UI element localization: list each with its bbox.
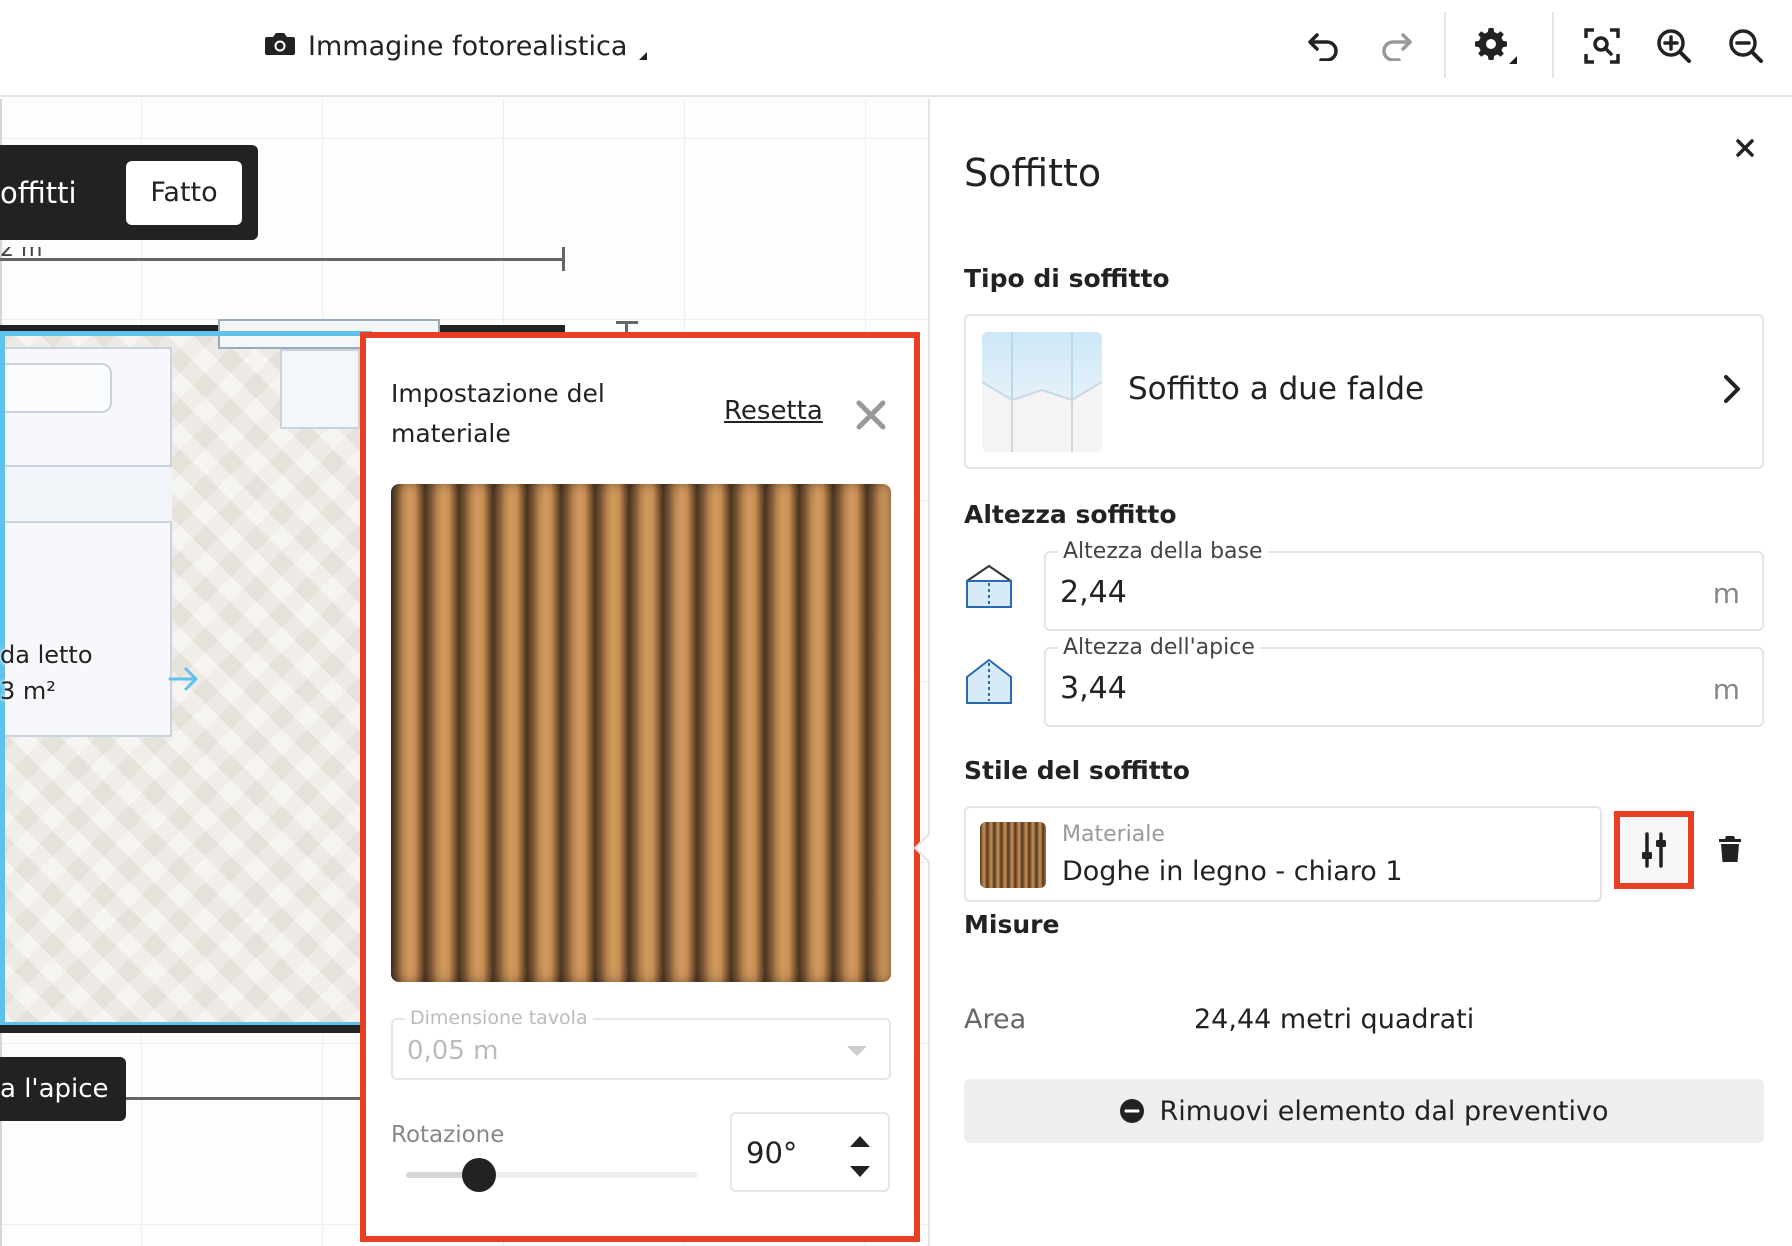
material-thumbnail (980, 822, 1046, 888)
toolbar-divider (1444, 12, 1446, 78)
remove-from-quote-label: Rimuovi elemento dal preventivo (1159, 1095, 1609, 1127)
ceiling-height-heading: Altezza soffitto (964, 500, 1177, 529)
zoom-in-button[interactable] (1650, 22, 1698, 70)
room-label: da letto 3 m² (0, 637, 93, 709)
area-label: Area (964, 1004, 1027, 1035)
wall-bottom[interactable] (0, 1025, 360, 1033)
render-mode-dropdown[interactable]: Immagine fotorealistica (264, 26, 648, 66)
rotation-slider[interactable] (406, 1158, 698, 1192)
arrow-right-icon[interactable] (168, 665, 200, 697)
popup-title: Impostazione del materiale (391, 379, 605, 448)
ceiling-style-heading: Stile del soffitto (964, 756, 1190, 785)
room-area: 3 m² (0, 677, 56, 705)
chevron-right-icon (1722, 374, 1742, 408)
apex-height-unit: m (1712, 673, 1740, 706)
rotation-stepper[interactable]: 90° (730, 1112, 890, 1192)
dimension-line-top (0, 258, 565, 261)
board-size-label: Dimensione tavola (405, 1007, 593, 1029)
apex-height-input[interactable]: Altezza dell'apice 3,44 m (1044, 635, 1764, 727)
board-size-value: 0,05 m (407, 1036, 499, 1066)
base-height-input[interactable]: Altezza della base 2,44 m (1044, 539, 1764, 631)
top-toolbar: Immagine fotorealistica (0, 0, 1792, 97)
room-name: da letto (0, 641, 93, 669)
ceiling-type-heading: Tipo di soffitto (964, 264, 1170, 293)
undo-button[interactable] (1300, 22, 1348, 70)
ceiling-type-selector[interactable]: Soffitto a due falde (964, 314, 1764, 469)
render-mode-label: Immagine fotorealistica (308, 30, 628, 62)
apex-height-pill[interactable]: a l'apice (0, 1057, 126, 1121)
close-icon[interactable] (1730, 133, 1760, 163)
ceiling-edit-toolbar: offitti Fatto (0, 145, 258, 240)
close-icon[interactable] (854, 398, 888, 432)
done-button[interactable]: Fatto (126, 160, 242, 225)
minus-circle-icon (1120, 1099, 1145, 1123)
material-settings-button[interactable] (1614, 811, 1694, 889)
zoom-out-icon (1729, 29, 1763, 63)
material-value: Doghe in legno - chiaro 1 (1062, 856, 1403, 887)
base-height-value: 2,44 (1060, 575, 1127, 610)
material-label: Materiale (1062, 822, 1165, 847)
remove-from-quote-button[interactable]: Rimuovi elemento dal preventivo (964, 1079, 1764, 1143)
ceiling-type-name: Soffitto a due falde (1128, 371, 1425, 407)
area-value: 24,44 metri quadrati (1194, 1004, 1475, 1035)
zoom-in-icon (1657, 29, 1691, 63)
settings-icon (1475, 28, 1517, 64)
redo-icon (1382, 33, 1412, 61)
dimension-tick (562, 247, 565, 271)
rotation-label: Rotazione (391, 1122, 505, 1148)
ceiling-type-thumbnail (982, 332, 1102, 452)
rotation-slider-thumb[interactable] (462, 1158, 496, 1192)
ceiling-properties-panel: Soffitto Tipo di soffitto Soffitto a due… (928, 99, 1792, 1246)
board-size-select[interactable]: Dimensione tavola 0,05 m (391, 1007, 891, 1080)
zoom-out-button[interactable] (1722, 22, 1770, 70)
settings-button[interactable] (1472, 22, 1520, 70)
apex-height-label: Altezza dell'apice (1058, 635, 1260, 660)
dropdown-corner-icon (639, 52, 648, 60)
camera-icon (264, 31, 296, 61)
apex-height-value: 3,44 (1060, 671, 1127, 706)
base-height-label: Altezza della base (1058, 539, 1268, 564)
redo-button[interactable] (1372, 22, 1420, 70)
dimension-label: 2 m (0, 237, 43, 262)
apex-height-icon (964, 657, 1014, 707)
ceiling-tool-label: offitti (0, 175, 77, 210)
fit-view-icon (1584, 28, 1620, 64)
base-height-unit: m (1712, 577, 1740, 610)
material-selector[interactable]: Materiale Doghe in legno - chiaro 1 (964, 806, 1602, 902)
base-height-icon (964, 561, 1014, 611)
reset-link[interactable]: Resetta (724, 396, 823, 426)
undo-icon (1308, 33, 1338, 61)
delete-material-button[interactable] (1708, 827, 1752, 871)
material-preview-image (391, 484, 891, 982)
material-settings-popup: Impostazione del materiale Resetta Dimen… (360, 332, 920, 1242)
stepper-down-icon[interactable] (850, 1166, 870, 1177)
trash-icon (1719, 836, 1741, 862)
stepper-up-icon[interactable] (850, 1136, 870, 1147)
measures-heading: Misure (964, 910, 1060, 939)
toolbar-divider (1552, 12, 1554, 78)
dimension-line-bottom (120, 1097, 360, 1100)
fit-view-button[interactable] (1578, 22, 1626, 70)
chevron-down-icon (847, 1046, 867, 1056)
rotation-value: 90° (746, 1136, 798, 1170)
sliders-icon (1642, 832, 1666, 868)
panel-title: Soffitto (964, 151, 1102, 195)
